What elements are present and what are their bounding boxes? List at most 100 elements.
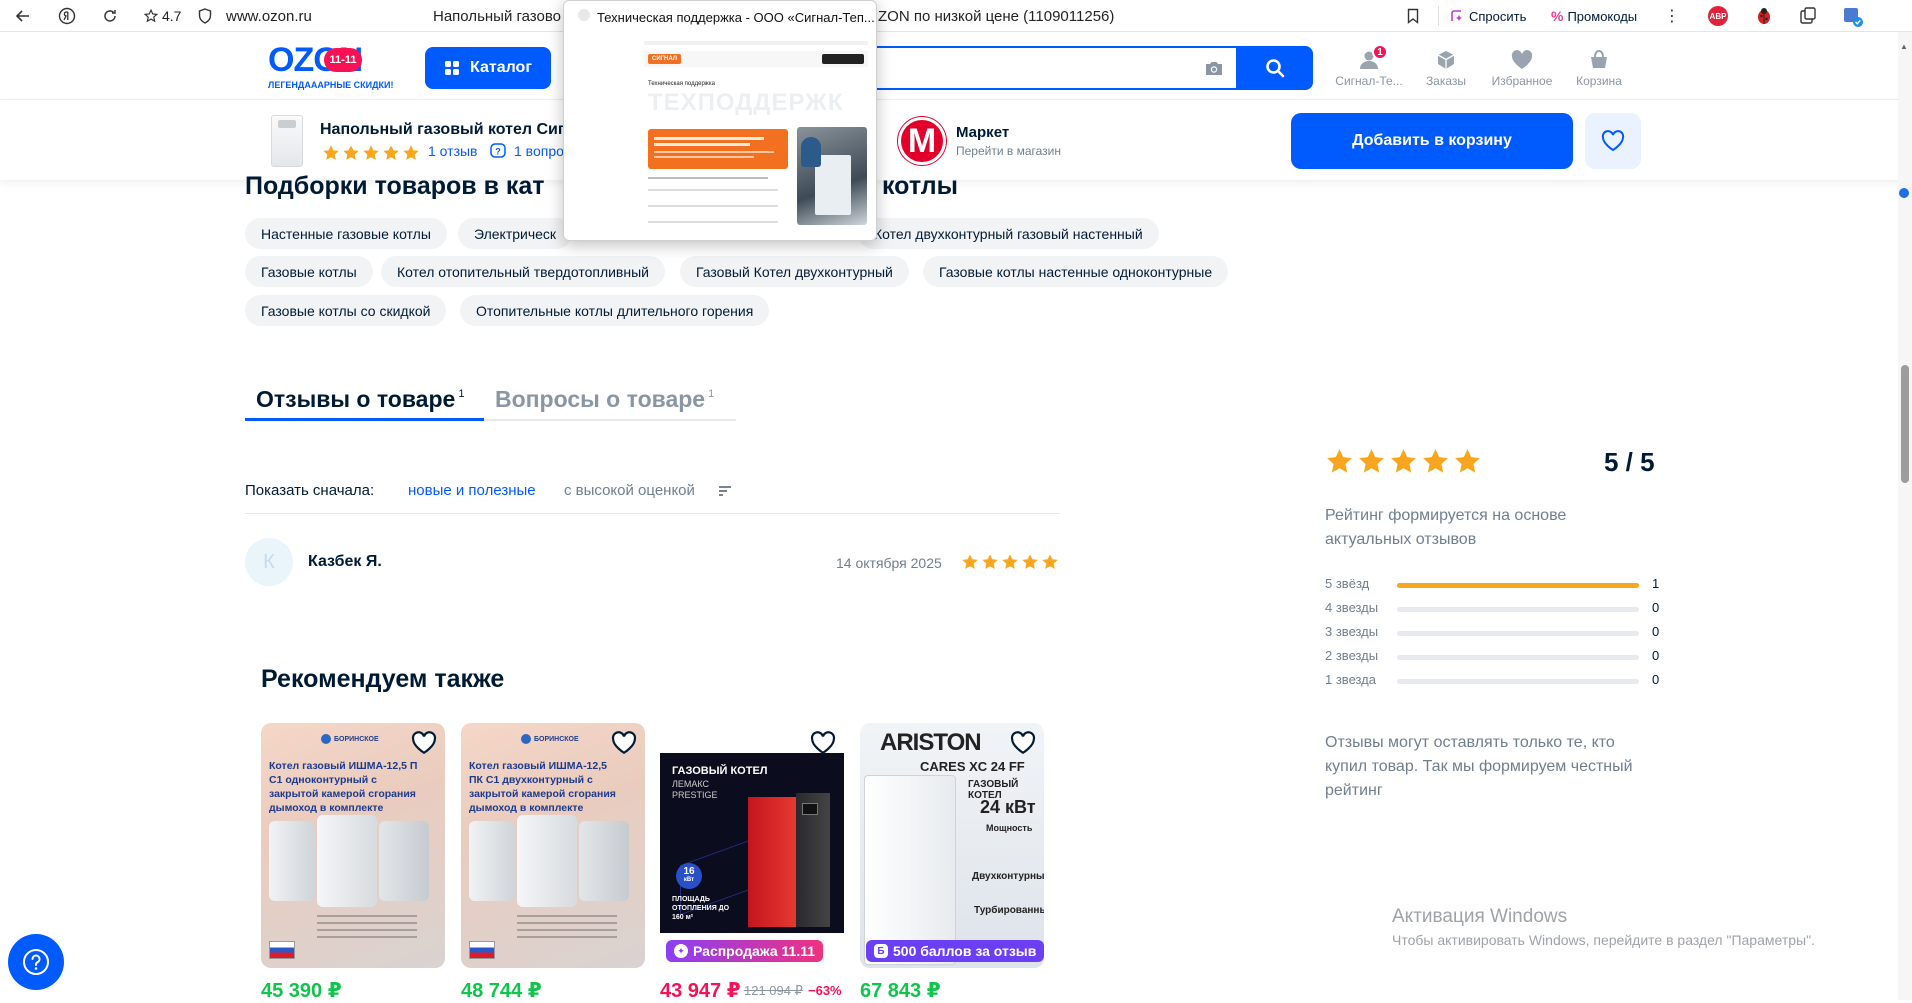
rating-note: Рейтинг формируется на основе актуальных…: [1325, 507, 1567, 548]
rating-dist-bar[interactable]: [1397, 679, 1639, 684]
extension-frame-icon[interactable]: [1798, 6, 1818, 26]
boiler-red-panel: [748, 797, 796, 927]
product-thumbnail[interactable]: [271, 115, 303, 167]
product-image-title: Котел газовый ИШМА-12,5 П С1 одноконтурн…: [269, 760, 418, 814]
header-nav-favorites[interactable]: Избранное: [1482, 50, 1562, 88]
product-title[interactable]: Напольный газовый котел Сигн: [320, 121, 574, 139]
rating-dist-label[interactable]: 4 звезды: [1325, 600, 1378, 615]
rating-dist-bar[interactable]: [1397, 631, 1639, 636]
ozon-logo[interactable]: OZON 11-11 ЛЕГЕНДАААРНЫЕ СКИДКИ!: [268, 42, 403, 90]
reviewer-avatar: К: [245, 538, 293, 586]
add-to-favorites-button[interactable]: [1585, 113, 1641, 169]
collection-chip[interactable]: Отопительные котлы длительного горения: [460, 295, 770, 326]
address-domain[interactable]: www.ozon.ru: [226, 8, 312, 25]
add-to-cart-button[interactable]: Добавить в корзину: [1291, 113, 1573, 169]
percent-icon: %: [1551, 8, 1564, 24]
collection-chip[interactable]: Котел отопительный твердотопливный: [381, 256, 665, 287]
rating-dist-bar[interactable]: [1397, 655, 1639, 660]
preview-title: Техническая поддержка - ООО «Сигнал-Теп.…: [597, 10, 875, 25]
image-title: ГАЗОВЫЙ КОТЕЛ: [672, 765, 768, 777]
review-date: 14 октября 2025: [836, 555, 942, 571]
camera-icon[interactable]: [1204, 59, 1226, 77]
scroll-up-icon[interactable]: ▲: [1900, 42, 1908, 51]
rating-dist-label[interactable]: 5 звёзд: [1325, 576, 1369, 591]
yandex-icon[interactable]: [58, 7, 76, 25]
search-button[interactable]: [1236, 46, 1313, 90]
sort-icon[interactable]: [718, 485, 732, 497]
preview-heading: Техническая поддержка: [648, 81, 715, 87]
header-nav-cart[interactable]: Корзина: [1559, 50, 1639, 88]
rating-dist-count: 0: [1652, 600, 1660, 615]
product-image[interactable]: ГАЗОВЫЙ КОТЕЛ ЛЕМАКС PRESTIGE 16 кВт ПЛОЩ…: [660, 723, 844, 968]
user-icon: 1: [1358, 44, 1388, 70]
boiler-shape: [517, 815, 577, 907]
collection-chip[interactable]: Газовые котлы со скидкой: [245, 295, 447, 326]
sort-option-rating[interactable]: с высокой оценкой: [564, 482, 695, 499]
overall-rating-score: 5 / 5: [1604, 447, 1655, 477]
reload-icon[interactable]: [101, 7, 119, 25]
star-icon: [1002, 554, 1018, 569]
extension-check-icon[interactable]: [1842, 6, 1864, 28]
product-image[interactable]: БОРИНСКОЕ Котел газовый ИШМА-12,5 П С1 о…: [261, 723, 445, 968]
card-favorite-button[interactable]: [1010, 731, 1036, 757]
seller-logo[interactable]: M: [898, 117, 946, 165]
product-image[interactable]: БОРИНСКОЕ Котел газовый ИШМА-12,5 ПК С1 …: [461, 723, 645, 968]
tab-active-underline: [245, 418, 484, 421]
tab-questions[interactable]: Вопросы о товаре 1: [495, 386, 714, 413]
bookmark-icon[interactable]: [1404, 7, 1422, 25]
ladybug-extension-icon[interactable]: [1754, 6, 1774, 26]
rating-dist-bar[interactable]: [1397, 583, 1639, 588]
tab-reviews-count: 1: [458, 388, 465, 400]
seller-name[interactable]: Маркет: [956, 124, 1009, 141]
tab-reviews[interactable]: Отзывы о товаре 1: [256, 386, 464, 413]
collection-chip[interactable]: Газовые котлы настенные одноконтурные: [923, 256, 1229, 287]
product-questions-link[interactable]: 1 вопро: [514, 143, 564, 159]
promo-button[interactable]: % Промокоды: [1551, 5, 1637, 27]
page-scrollbar[interactable]: ▲: [1898, 32, 1912, 1000]
rating-dist-bar[interactable]: [1397, 607, 1639, 612]
boiler-dark-panel: [796, 793, 830, 927]
shield-icon[interactable]: [196, 7, 214, 25]
product-price: 67 843 ₽: [860, 980, 941, 1002]
spec-line: [517, 915, 617, 917]
collection-chip[interactable]: Настенные газовые котлы: [245, 218, 447, 249]
tab-title-right[interactable]: ZON по низкой цене (1109011256): [878, 8, 1114, 25]
windows-activation-text: Чтобы активировать Windows, перейдите в …: [1392, 932, 1815, 948]
header-nav-orders[interactable]: Заказы: [1406, 50, 1486, 88]
preview-watermark: ТЕХПОДДЕРЖК: [648, 89, 844, 116]
collection-chip[interactable]: Котел двухконтурный газовый настенный: [858, 218, 1159, 249]
collection-chip[interactable]: Газовые котлы: [245, 256, 373, 287]
header-nav-label: Избранное: [1491, 74, 1553, 88]
spec-line: [317, 915, 417, 917]
scrollbar-thumb[interactable]: [1901, 365, 1909, 483]
sale-badge: ✦ Распродажа 11.11: [666, 940, 824, 962]
sort-option-new[interactable]: новые и полезные: [408, 482, 536, 499]
product-image[interactable]: ARISTON CARES XC 24 FF ГАЗОВЫЙ КОТЕЛ 24 …: [860, 723, 1044, 968]
seller-store-link[interactable]: Перейти в магазин: [956, 144, 1061, 158]
rating-dist-bar-fill: [1397, 583, 1639, 588]
tab-title-left[interactable]: Напольный газово: [433, 8, 561, 25]
collections-heading-left: Подборки товаров в кат: [245, 172, 545, 200]
rating-dist-label[interactable]: 3 звезды: [1325, 624, 1378, 639]
rating-dist-label[interactable]: 1 звезда: [1325, 672, 1376, 687]
back-icon[interactable]: [14, 7, 32, 25]
card-favorite-button[interactable]: [810, 731, 836, 757]
collection-chip[interactable]: Газовый Котел двухконтурный: [680, 256, 909, 287]
help-button[interactable]: [8, 934, 64, 990]
abp-label: ABP: [1709, 11, 1727, 21]
header-nav-account[interactable]: 1 Сигнал-Те...: [1329, 44, 1409, 88]
adblock-extension-icon[interactable]: ABP: [1708, 6, 1728, 26]
spec-line: [317, 936, 417, 938]
search-icon: [1265, 59, 1284, 78]
product-reviews-link[interactable]: 1 отзыв: [428, 143, 478, 159]
catalog-button[interactable]: Каталог: [425, 47, 551, 89]
catalog-label: Каталог: [470, 59, 532, 76]
collection-chip[interactable]: Электрическ: [458, 218, 573, 249]
card-favorite-button[interactable]: [611, 731, 637, 757]
more-vertical-icon[interactable]: ⋮: [1663, 7, 1681, 25]
rating-dist-label[interactable]: 2 звезды: [1325, 648, 1378, 663]
card-favorite-button[interactable]: [411, 731, 437, 757]
brand-logo: БОРИНСКОЕ: [521, 731, 587, 747]
area-text: ПЛОЩАДЬ ОТОПЛЕНИЯ ДО 160 м²: [672, 896, 730, 921]
ask-button[interactable]: Спросить: [1449, 5, 1526, 27]
